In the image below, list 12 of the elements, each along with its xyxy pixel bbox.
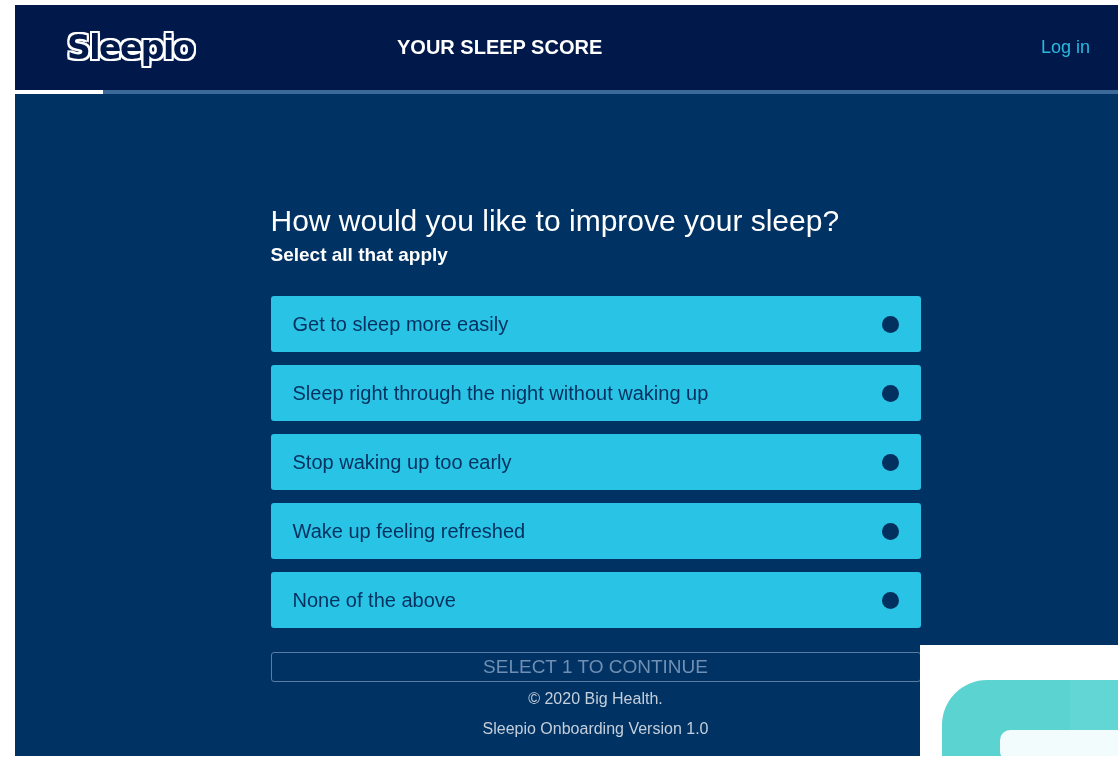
sleepio-logo: Sleepio	[67, 28, 197, 67]
question-hint: Select all that apply	[270, 244, 449, 266]
login-link[interactable]: Log in	[1040, 37, 1090, 58]
answer-option[interactable]: Wake up feeling refreshed	[270, 503, 921, 559]
answer-option[interactable]: None of the above	[270, 572, 921, 628]
page-title: YOUR SLEEP SCORE	[397, 36, 604, 59]
answer-option[interactable]: Sleep right through the night without waking up	[270, 365, 921, 421]
copyright-text: © 2020 Big Health.	[528, 690, 663, 708]
version-text: Sleepio Onboarding Version 1.0	[482, 720, 709, 738]
answer-option[interactable]: Stop waking up too early	[270, 434, 921, 490]
answer-option[interactable]: Get to sleep more easily	[270, 296, 921, 352]
question-heading: How would you like to improve your sleep?	[270, 204, 841, 238]
